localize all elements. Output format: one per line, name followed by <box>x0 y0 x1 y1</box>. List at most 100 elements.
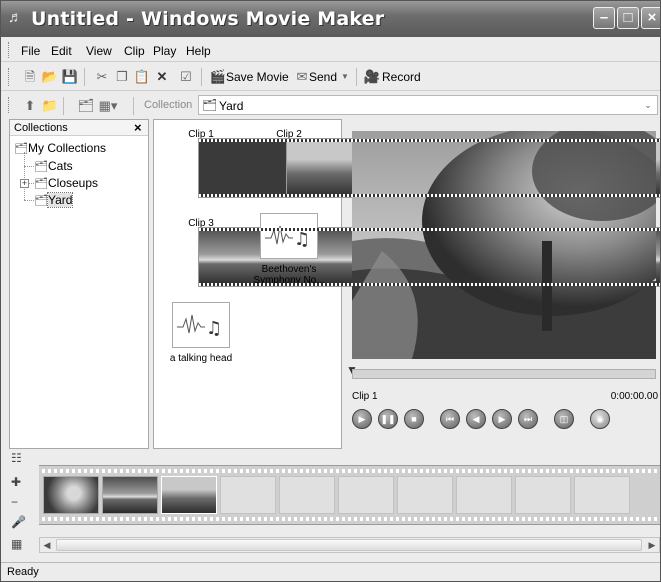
clip-item[interactable]: ♫ Beethoven's Symphony No... <box>248 213 330 286</box>
split-button[interactable]: ◫ <box>554 409 574 429</box>
expand-icon[interactable]: + <box>20 179 29 188</box>
collection-folder-icon: 🗂 <box>202 98 218 112</box>
pause-button[interactable]: ❚❚ <box>378 409 398 429</box>
storyboard-frame[interactable] <box>102 476 158 514</box>
copy-icon[interactable]: ❐ <box>113 68 131 86</box>
preview-time: 0:00:00.00 <box>610 391 658 402</box>
tree-item-yard[interactable]: 🗂Yard <box>34 192 74 208</box>
collection-folder-icon: 🗂 <box>34 195 48 207</box>
views-icon[interactable]: ▦▾ <box>97 97 119 115</box>
status-text: Ready <box>7 566 39 578</box>
stop-button[interactable]: ■ <box>404 409 424 429</box>
save-icon[interactable]: 💾 <box>61 68 79 86</box>
send-button[interactable]: Send <box>309 68 337 86</box>
snapshot-button[interactable]: ◉ <box>590 409 610 429</box>
preview-clip-name: Clip 1 <box>352 391 378 402</box>
back-icon: ⏮ <box>445 414 455 424</box>
scrollbar-thumb[interactable] <box>56 539 642 551</box>
tree-item-closeups[interactable]: 🗂Closeups <box>34 176 98 190</box>
storyboard-tools: ☷ ✚ − 🎤 ▦ <box>9 451 31 561</box>
collections-title: Collections <box>14 122 68 134</box>
clip-item[interactable]: Clip 1 <box>160 124 660 198</box>
snapshot-icon: ◉ <box>596 414 604 424</box>
forward-button[interactable]: ⏭ <box>518 409 538 429</box>
zoom-out-icon[interactable]: − <box>11 495 18 509</box>
audio-thumbnail: ♫ <box>172 302 230 348</box>
clip-item[interactable]: Clip 3 <box>160 213 660 287</box>
play-button[interactable]: ▶ <box>352 409 372 429</box>
chevron-down-icon[interactable]: ⌄ <box>641 97 655 113</box>
seek-bar[interactable] <box>352 369 656 379</box>
storyboard-empty-frame[interactable] <box>279 476 335 514</box>
next-frame-button[interactable]: ▶ <box>492 409 512 429</box>
clip-item[interactable]: ♫ a talking head <box>160 302 242 364</box>
svg-text:♫: ♫ <box>294 229 310 250</box>
previous-frame-button[interactable]: ◀ <box>466 409 486 429</box>
new-project-icon[interactable]: 🗎 <box>21 68 39 86</box>
send-dropdown-icon[interactable]: ▼ <box>339 68 351 86</box>
collection-dropdown[interactable]: 🗂 Yard ⌄ <box>198 95 658 115</box>
movie-maker-window: ♬ Untitled - Windows Movie Maker – □ × F… <box>0 0 661 582</box>
maximize-button[interactable]: □ <box>617 7 639 29</box>
next-frame-icon: ▶ <box>498 414 506 424</box>
toolbar-separator <box>84 68 85 86</box>
save-movie-icon: 🎬 <box>209 69 227 84</box>
maximize-icon: □ <box>623 9 633 26</box>
scroll-right-icon[interactable]: ▶ <box>645 538 659 552</box>
storyboard: ☷ ✚ − 🎤 ▦ ◀ ▶ <box>1 451 660 561</box>
collections-icon[interactable]: 🗂 <box>77 97 95 115</box>
toolbar-separator <box>356 68 357 86</box>
back-button[interactable]: ⏮ <box>440 409 460 429</box>
minimize-button[interactable]: – <box>593 7 615 29</box>
paste-icon[interactable]: 📋 <box>133 68 151 86</box>
properties-icon[interactable]: ☑ <box>177 68 195 86</box>
horizontal-scrollbar[interactable]: ◀ ▶ <box>39 537 660 553</box>
menu-edit[interactable]: Edit <box>51 44 72 58</box>
narrate-icon[interactable]: 🎤 <box>11 515 26 529</box>
toolbar-separator <box>201 68 202 86</box>
storyboard-frame[interactable] <box>161 476 217 514</box>
clips-pane: Clip 1 Clip 2 Clip 3 ♫ Beethoven's Symph… <box>153 119 660 449</box>
close-pane-icon[interactable]: × <box>134 120 142 135</box>
menu-clip[interactable]: Clip <box>124 44 145 58</box>
tree-item-my-collections[interactable]: 🗂My Collections <box>14 141 106 155</box>
play-icon: ▶ <box>358 414 366 424</box>
collections-pane: Collections × 🗂My Collections 🗂Cats + 🗂C… <box>9 119 149 449</box>
menubar-grip <box>8 42 11 58</box>
toolbar-separator <box>63 97 64 115</box>
storyboard-empty-frame[interactable] <box>338 476 394 514</box>
preview-monitor <box>352 131 656 359</box>
zoom-in-icon[interactable]: ✚ <box>11 475 21 489</box>
storyboard-toggle-icon[interactable]: ☷ <box>11 451 22 465</box>
menu-play[interactable]: Play <box>153 44 176 58</box>
title-bar[interactable]: ♬ Untitled - Windows Movie Maker – □ × <box>1 1 660 37</box>
storyboard-frame[interactable] <box>43 476 99 514</box>
close-button[interactable]: × <box>641 7 660 29</box>
storyboard-empty-frame[interactable] <box>574 476 630 514</box>
toolbar-grip <box>8 68 11 86</box>
collection-folder-icon: 🗂 <box>34 178 48 190</box>
collbar-grip <box>8 97 11 113</box>
collection-dropdown-value: Yard <box>219 99 244 113</box>
menu-view[interactable]: View <box>86 44 112 58</box>
save-movie-button[interactable]: Save Movie <box>226 68 289 86</box>
new-collection-icon[interactable]: 📁 <box>41 97 59 115</box>
clip-item[interactable]: Clip 2 <box>248 124 660 198</box>
menu-help[interactable]: Help <box>186 44 211 58</box>
tree-item-cats[interactable]: 🗂Cats <box>34 159 73 173</box>
record-button[interactable]: Record <box>382 68 421 86</box>
up-level-icon[interactable]: ⬆ <box>21 97 39 115</box>
scroll-left-icon[interactable]: ◀ <box>40 538 54 552</box>
collection-label: Collection <box>144 99 193 111</box>
clip-label: a talking head <box>169 353 233 364</box>
timeline-icon[interactable]: ▦ <box>11 537 22 551</box>
storyboard-empty-frame[interactable] <box>456 476 512 514</box>
storyboard-empty-frame[interactable] <box>515 476 571 514</box>
menu-file[interactable]: File <box>21 44 40 58</box>
cut-icon[interactable]: ✂ <box>93 68 111 86</box>
storyboard-empty-frame[interactable] <box>397 476 453 514</box>
open-icon[interactable]: 📂 <box>41 68 59 86</box>
delete-icon[interactable]: ✕ <box>153 68 171 86</box>
collection-folder-icon: 🗂 <box>34 161 48 173</box>
storyboard-empty-frame[interactable] <box>220 476 276 514</box>
